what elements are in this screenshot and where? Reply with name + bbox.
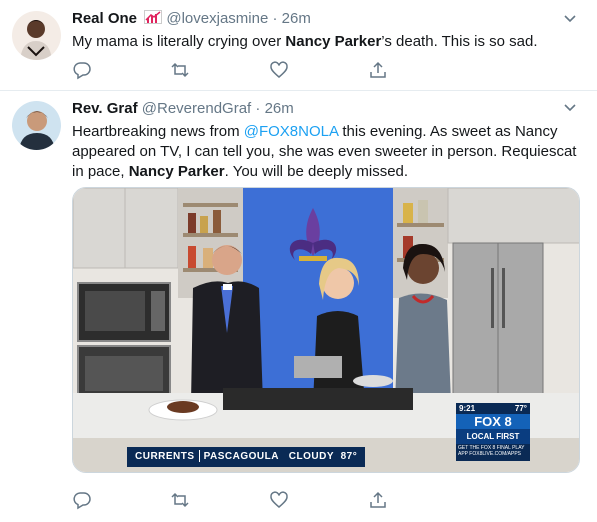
user-handle[interactable]: @lovexjasmine bbox=[166, 10, 268, 27]
separator: · bbox=[272, 10, 278, 27]
retweet-icon[interactable] bbox=[170, 490, 190, 510]
display-name[interactable]: Real One bbox=[72, 10, 137, 27]
tweet-text: My mama is literally crying over Nancy P… bbox=[72, 32, 580, 52]
retweet-icon[interactable] bbox=[170, 60, 190, 80]
tweet[interactable]: Rev. Graf @ReverendGraf · 26m Heartbreak… bbox=[0, 91, 597, 522]
station-bug: 9:21 77° FOX 8 LOCAL FIRST GET THE FOX 8… bbox=[456, 403, 530, 461]
ticker-temperature: 87° bbox=[340, 451, 358, 462]
reply-icon[interactable] bbox=[72, 60, 92, 80]
share-icon[interactable] bbox=[368, 490, 388, 510]
text-segment: ’s death. This is so sad. bbox=[381, 33, 538, 50]
timestamp[interactable]: 26m bbox=[265, 100, 294, 117]
ticker-label: CURRENTS bbox=[135, 451, 195, 462]
ticker-weather: CLOUDY bbox=[288, 451, 335, 462]
user-handle[interactable]: @ReverendGraf bbox=[142, 100, 251, 117]
chart-increasing-emoji-icon bbox=[141, 10, 166, 27]
share-icon[interactable] bbox=[368, 60, 388, 80]
bug-header: 9:21 77° bbox=[456, 403, 530, 414]
display-name[interactable]: Rev. Graf bbox=[72, 100, 138, 117]
tweet-actions bbox=[72, 60, 402, 80]
tweet-text: Heartbreaking news from @FOX8NOLA this e… bbox=[72, 122, 580, 182]
tweet[interactable]: Real One @lovexjasmine · 26m My mama is … bbox=[0, 0, 597, 91]
ticker-location: PASCAGOULA bbox=[203, 451, 279, 462]
avatar[interactable] bbox=[12, 101, 61, 150]
reply-icon[interactable] bbox=[72, 490, 92, 510]
logo-tagline: LOCAL FIRST bbox=[456, 429, 530, 444]
separator: · bbox=[255, 100, 261, 117]
tweet-media-image[interactable]: CURRENTS PASCAGOULA CLOUDY 87° 9:21 77° F… bbox=[72, 187, 580, 473]
text-segment: . You will be deeply missed. bbox=[224, 163, 409, 180]
bold-name: Nancy Parker bbox=[285, 33, 382, 50]
like-icon[interactable] bbox=[269, 60, 289, 80]
bug-promo: GET THE FOX 8 FINAL PLAY APP FOX8LIVE.CO… bbox=[456, 444, 530, 461]
tweet-header: Rev. Graf @ReverendGraf · 26m bbox=[72, 99, 294, 119]
tweet-actions bbox=[72, 490, 402, 510]
fox8-logo: FOX 8 LOCAL FIRST bbox=[456, 414, 530, 444]
like-icon[interactable] bbox=[269, 490, 289, 510]
chevron-down-icon[interactable] bbox=[563, 12, 577, 26]
bold-name: Nancy Parker bbox=[128, 163, 225, 180]
divider bbox=[198, 450, 200, 463]
logo-text: FOX 8 bbox=[474, 414, 512, 429]
bug-temp: 77° bbox=[514, 404, 527, 413]
mention-link[interactable]: @FOX8NOLA bbox=[244, 123, 338, 140]
text-segment: My mama is literally crying over bbox=[72, 33, 286, 50]
timestamp[interactable]: 26m bbox=[282, 10, 311, 27]
news-ticker: CURRENTS PASCAGOULA CLOUDY 87° bbox=[127, 447, 366, 467]
avatar[interactable] bbox=[12, 11, 61, 60]
text-segment: Heartbreaking news from bbox=[72, 123, 244, 140]
chevron-down-icon[interactable] bbox=[563, 101, 577, 115]
tweet-header: Real One @lovexjasmine · 26m bbox=[72, 9, 311, 29]
bug-time: 9:21 bbox=[459, 404, 476, 413]
